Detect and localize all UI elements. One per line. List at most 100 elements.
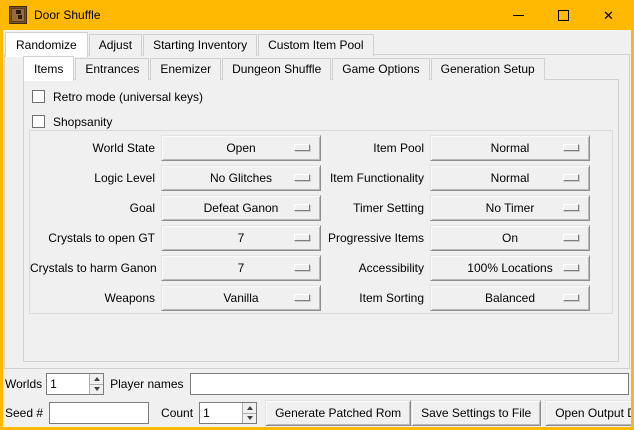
close-icon: ✕ <box>603 9 614 22</box>
item-functionality-field: Item Functionality Normal <box>321 165 612 191</box>
option-row: Crystals to open GT 7 Progressive Items … <box>30 223 612 253</box>
shopsanity-label: Shopsanity <box>53 115 112 129</box>
tab-generation-setup[interactable]: Generation Setup <box>431 58 545 80</box>
tab-enemizer[interactable]: Enemizer <box>150 58 221 80</box>
retro-mode-label: Retro mode (universal keys) <box>53 90 203 104</box>
weapons-label: Weapons <box>30 291 161 305</box>
tab-custom-item-pool[interactable]: Custom Item Pool <box>258 34 373 56</box>
worlds-input[interactable] <box>47 374 89 394</box>
up-triangle-icon <box>247 406 253 410</box>
minimize-button[interactable] <box>496 0 541 30</box>
retro-mode-checkbox[interactable] <box>32 90 45 103</box>
dropdown-indicator-icon <box>294 294 310 301</box>
count-spinbox <box>199 402 257 424</box>
world-state-value: Open <box>226 141 255 155</box>
crystals-gt-dropdown[interactable]: 7 <box>161 225 321 251</box>
tab-adjust[interactable]: Adjust <box>89 34 142 56</box>
tab-items[interactable]: Items <box>23 56 74 81</box>
item-functionality-dropdown[interactable]: Normal <box>430 165 590 191</box>
item-pool-field: Item Pool Normal <box>321 135 612 161</box>
count-input[interactable] <box>200 403 242 423</box>
logic-level-value: No Glitches <box>210 171 272 185</box>
progressive-items-field: Progressive Items On <box>321 225 612 251</box>
crystals-gt-label: Crystals to open GT <box>30 231 161 245</box>
item-functionality-value: Normal <box>491 171 530 185</box>
accessibility-value: 100% Locations <box>467 261 552 275</box>
logic-level-field: Logic Level No Glitches <box>30 165 321 191</box>
player-names-label: Player names <box>110 377 183 391</box>
item-sorting-label: Item Sorting <box>321 291 430 305</box>
tab-game-options[interactable]: Game Options <box>332 58 429 80</box>
close-button[interactable]: ✕ <box>586 0 631 30</box>
logic-level-dropdown[interactable]: No Glitches <box>161 165 321 191</box>
worlds-spinbox <box>46 373 104 395</box>
seed-input[interactable] <box>49 402 149 424</box>
count-spin-down-button[interactable] <box>243 414 256 424</box>
open-output-directory-button[interactable]: Open Output Directory <box>545 400 634 426</box>
progressive-items-value: On <box>502 231 518 245</box>
goal-field: Goal Defeat Ganon <box>30 195 321 221</box>
progressive-items-dropdown[interactable]: On <box>430 225 590 251</box>
worlds-spin-up-button[interactable] <box>90 374 103 385</box>
tab-randomize[interactable]: Randomize <box>5 32 88 57</box>
window-content: Randomize Adjust Starting Inventory Cust… <box>3 30 631 427</box>
dropdown-indicator-icon <box>563 264 579 271</box>
player-names-input[interactable] <box>190 373 630 395</box>
seed-label: Seed # <box>5 406 43 420</box>
seed-row: Seed # Count Generate Patched Rom Save S… <box>5 401 629 425</box>
item-sorting-dropdown[interactable]: Balanced <box>430 285 590 311</box>
options-frame: World State Open Item Pool Normal <box>29 130 613 314</box>
logic-level-label: Logic Level <box>30 171 161 185</box>
option-row: Crystals to harm Ganon 7 Accessibility 1… <box>30 253 612 283</box>
maximize-button[interactable] <box>541 0 586 30</box>
world-state-dropdown[interactable]: Open <box>161 135 321 161</box>
dropdown-indicator-icon <box>294 264 310 271</box>
tab-dungeon-shuffle[interactable]: Dungeon Shuffle <box>222 58 331 80</box>
timer-setting-dropdown[interactable]: No Timer <box>430 195 590 221</box>
option-row: Logic Level No Glitches Item Functionali… <box>30 163 612 193</box>
item-pool-value: Normal <box>491 141 530 155</box>
accessibility-dropdown[interactable]: 100% Locations <box>430 255 590 281</box>
option-row: World State Open Item Pool Normal <box>30 133 612 163</box>
shopsanity-checkbox[interactable] <box>32 115 45 128</box>
dropdown-indicator-icon <box>563 204 579 211</box>
worlds-spin-arrows <box>89 374 103 394</box>
inner-tab-bar: Items Entrances Enemizer Dungeon Shuffle… <box>23 56 546 80</box>
option-row: Goal Defeat Ganon Timer Setting No Timer <box>30 193 612 223</box>
item-pool-label: Item Pool <box>321 141 430 155</box>
goal-value: Defeat Ganon <box>204 201 279 215</box>
option-row: Weapons Vanilla Item Sorting Balanced <box>30 283 612 313</box>
count-spin-arrows <box>242 403 256 423</box>
outer-tab-bar: Randomize Adjust Starting Inventory Cust… <box>5 32 375 56</box>
item-sorting-field: Item Sorting Balanced <box>321 285 612 311</box>
crystals-ganon-label: Crystals to harm Ganon <box>30 261 161 275</box>
item-pool-dropdown[interactable]: Normal <box>430 135 590 161</box>
tab-starting-inventory[interactable]: Starting Inventory <box>143 34 257 56</box>
app-window: Door Shuffle ✕ Randomize Adjust Starting… <box>0 0 634 430</box>
save-settings-button[interactable]: Save Settings to File <box>411 400 541 426</box>
dropdown-indicator-icon <box>563 234 579 241</box>
retro-mode-row: Retro mode (universal keys) <box>24 84 618 109</box>
item-functionality-label: Item Functionality <box>321 171 430 185</box>
dropdown-indicator-icon <box>294 144 310 151</box>
dropdown-indicator-icon <box>294 174 310 181</box>
tab-entrances[interactable]: Entrances <box>75 58 149 80</box>
minimize-icon <box>513 15 524 16</box>
dropdown-indicator-icon <box>563 144 579 151</box>
window-title: Door Shuffle <box>34 8 101 22</box>
maximize-icon <box>558 10 569 21</box>
weapons-dropdown[interactable]: Vanilla <box>161 285 321 311</box>
crystals-ganon-dropdown[interactable]: 7 <box>161 255 321 281</box>
generate-patched-rom-button[interactable]: Generate Patched Rom <box>265 400 411 426</box>
item-sorting-value: Balanced <box>485 291 535 305</box>
worlds-spin-down-button[interactable] <box>90 385 103 395</box>
goal-dropdown[interactable]: Defeat Ganon <box>161 195 321 221</box>
randomize-pane: Items Entrances Enemizer Dungeon Shuffle… <box>4 54 630 369</box>
crystals-gt-field: Crystals to open GT 7 <box>30 225 321 251</box>
items-pane: Retro mode (universal keys) Shopsanity W… <box>23 79 619 362</box>
weapons-value: Vanilla <box>223 291 258 305</box>
down-triangle-icon <box>247 416 253 420</box>
weapons-field: Weapons Vanilla <box>30 285 321 311</box>
up-triangle-icon <box>94 377 100 381</box>
count-spin-up-button[interactable] <box>243 403 256 414</box>
